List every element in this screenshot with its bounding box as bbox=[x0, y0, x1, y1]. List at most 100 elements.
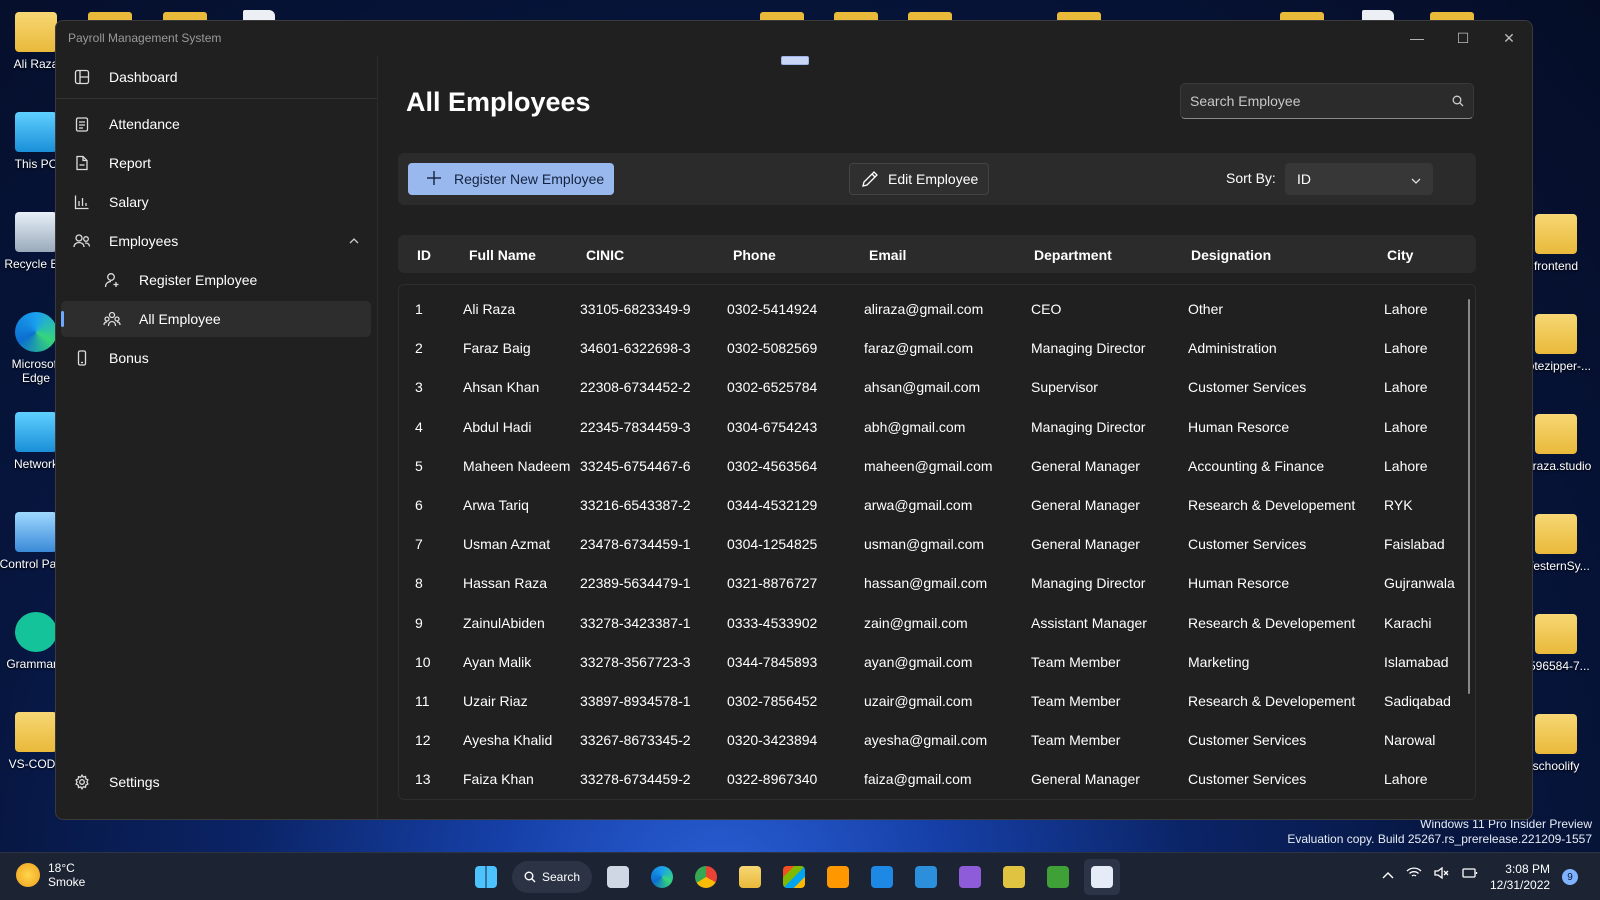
cell-full-name: Uzair Riaz bbox=[463, 693, 528, 709]
sidebar-item-attendance[interactable]: Attendance bbox=[61, 106, 371, 142]
app-icon bbox=[1003, 866, 1025, 888]
register-new-employee-button[interactable]: Register New Employee bbox=[408, 163, 614, 195]
file-explorer-button[interactable] bbox=[732, 859, 768, 895]
start-button[interactable] bbox=[468, 859, 504, 895]
wifi-icon[interactable] bbox=[1406, 867, 1422, 882]
table-row[interactable]: 12 Ayesha Khalid 33267-8673345-2 0320-34238… bbox=[399, 720, 1459, 759]
table-row[interactable]: 3 Ahsan Khan 22308-6734452-2 0302-6525784 ah… bbox=[399, 367, 1459, 406]
sidebar-item-employees[interactable]: Employees bbox=[61, 223, 371, 259]
search-input[interactable] bbox=[1181, 93, 1443, 109]
chrome-icon bbox=[695, 866, 717, 888]
vertical-scrollbar[interactable] bbox=[1468, 299, 1470, 694]
sidebar-item-label: Attendance bbox=[109, 116, 180, 132]
sidebar-item-report[interactable]: Report bbox=[61, 145, 371, 181]
cell-cinic: 33216-6543387-2 bbox=[580, 497, 691, 513]
sublime-button[interactable] bbox=[820, 859, 856, 895]
sidebar-item-bonus[interactable]: Bonus bbox=[61, 340, 371, 376]
person-add-icon bbox=[103, 271, 121, 289]
column-header-city[interactable]: City bbox=[1387, 247, 1413, 263]
employee-table-body[interactable]: 1 Ali Raza 33105-6823349-9 0302-5414924 alir… bbox=[398, 284, 1476, 800]
cell-department: Managing Director bbox=[1031, 340, 1146, 357]
cell-full-name: Abdul Hadi bbox=[463, 418, 532, 435]
minimize-button[interactable]: — bbox=[1394, 21, 1440, 55]
sort-by-dropdown[interactable]: ID bbox=[1285, 163, 1433, 195]
table-row[interactable]: 11 Uzair Riaz 33897-8934578-1 0302-7856452 u… bbox=[399, 681, 1459, 720]
table-row[interactable]: 2 Faraz Baig 34601-6322698-3 0302-5082569 fa… bbox=[399, 328, 1459, 367]
people-team-icon bbox=[103, 310, 121, 328]
file-explorer-icon bbox=[739, 866, 761, 888]
table-row[interactable]: 8 Hassan Raza 22389-5634479-1 0321-8876727 h… bbox=[399, 563, 1459, 602]
edge-taskbar-button[interactable] bbox=[644, 859, 680, 895]
cell-department: CEO bbox=[1031, 301, 1062, 317]
cell-phone: 0344-7845893 bbox=[727, 653, 818, 670]
sidebar-item-register-employee[interactable]: Register Employee bbox=[61, 262, 371, 298]
sidebar-item-dashboard[interactable]: Dashboard bbox=[61, 59, 371, 95]
table-row[interactable]: 9 ZainulAbiden 33278-3423387-1 0333-4533902… bbox=[399, 603, 1459, 642]
weather-widget[interactable]: 18°C Smoke bbox=[16, 861, 85, 889]
edit-employee-button[interactable]: Edit Employee bbox=[849, 163, 989, 195]
phone-icon bbox=[73, 349, 91, 367]
battery-icon[interactable] bbox=[1462, 867, 1478, 882]
search-icon[interactable] bbox=[1443, 95, 1473, 107]
page-title: All Employees bbox=[406, 87, 591, 117]
table-row[interactable]: 10 Ayan Malik 33278-3567723-3 0344-7845893 a… bbox=[399, 642, 1459, 681]
column-header-department[interactable]: Department bbox=[1034, 247, 1112, 263]
maximize-button[interactable]: ☐ bbox=[1440, 21, 1486, 55]
windows-watermark: Windows 11 Pro Insider Preview Evaluatio… bbox=[1287, 817, 1592, 847]
vscode-button[interactable] bbox=[908, 859, 944, 895]
payroll-app-icon bbox=[1091, 866, 1113, 888]
sidebar-item-label: Employees bbox=[109, 233, 179, 249]
close-button[interactable]: ✕ bbox=[1486, 21, 1532, 55]
title-bar[interactable]: Payroll Management System — ☐ ✕ bbox=[56, 21, 1532, 55]
cell-id: 1 bbox=[415, 301, 423, 317]
sidebar-item-settings[interactable]: Settings bbox=[61, 764, 371, 800]
table-row[interactable]: 4 Abdul Hadi 22345-7834459-3 0304-6754243 ab… bbox=[399, 407, 1459, 446]
cell-department: Managing Director bbox=[1031, 575, 1146, 592]
cell-department: General Manager bbox=[1031, 536, 1140, 553]
payroll-app-button[interactable] bbox=[1084, 859, 1120, 895]
cell-cinic: 33278-6734459-2 bbox=[580, 771, 691, 788]
chrome-taskbar-button[interactable] bbox=[688, 859, 724, 895]
table-row[interactable]: 5 Maheen Nadeem 33245-6754467-6 0302-456356… bbox=[399, 446, 1459, 485]
cell-cinic: 33278-3423387-1 bbox=[580, 614, 691, 631]
table-row[interactable]: 7 Usman Azmat 23478-6734459-1 0304-1254825 u… bbox=[399, 524, 1459, 563]
column-header-id[interactable]: ID bbox=[417, 247, 431, 263]
search-box[interactable] bbox=[1180, 83, 1474, 119]
column-header-cinic[interactable]: CINIC bbox=[586, 247, 624, 263]
column-header-full-name[interactable]: Full Name bbox=[469, 247, 536, 263]
sidebar-item-all-employee[interactable]: All Employee bbox=[61, 301, 371, 337]
cell-cinic: 22345-7834459-3 bbox=[580, 418, 691, 435]
cell-city: Karachi bbox=[1384, 614, 1432, 631]
cell-email: ahsan@gmail.com bbox=[864, 379, 981, 396]
column-header-designation[interactable]: Designation bbox=[1191, 247, 1271, 263]
column-header-phone[interactable]: Phone bbox=[733, 247, 776, 263]
column-header-email[interactable]: Email bbox=[869, 247, 906, 263]
cell-email: hassan@gmail.com bbox=[864, 575, 988, 592]
mail-button[interactable] bbox=[864, 859, 900, 895]
table-row[interactable]: 13 Faiza Khan 33278-6734459-2 0322-8967340 f… bbox=[399, 759, 1459, 798]
task-view-button[interactable] bbox=[600, 859, 636, 895]
sun-icon bbox=[16, 863, 40, 887]
control-panel-icon bbox=[15, 512, 57, 552]
volume-muted-icon[interactable] bbox=[1434, 866, 1450, 882]
table-row[interactable]: 1 Ali Raza 33105-6823349-9 0302-5414924 alir… bbox=[399, 289, 1459, 328]
sidebar-item-salary[interactable]: Salary bbox=[61, 184, 371, 220]
cell-department: General Manager bbox=[1031, 771, 1140, 788]
store-button[interactable] bbox=[776, 859, 812, 895]
cell-designation: Human Resorce bbox=[1188, 575, 1290, 592]
cell-full-name: Faraz Baig bbox=[463, 340, 531, 357]
chevron-up-icon[interactable] bbox=[349, 235, 359, 247]
table-row[interactable]: 6 Arwa Tariq 33216-6543387-2 0344-4532129 ar… bbox=[399, 485, 1459, 524]
notification-badge[interactable]: 9 bbox=[1562, 869, 1578, 885]
cell-email: abh@gmail.com bbox=[864, 418, 966, 435]
cell-full-name: Faiza Khan bbox=[463, 771, 534, 788]
clock[interactable]: 3:08 PM 12/31/2022 bbox=[1490, 861, 1550, 893]
chevron-up-icon[interactable] bbox=[1382, 867, 1394, 882]
taskbar-search-button[interactable]: Search bbox=[512, 861, 592, 893]
cell-department: General Manager bbox=[1031, 457, 1140, 474]
mongodb-button[interactable] bbox=[1040, 859, 1076, 895]
visual-studio-button[interactable] bbox=[952, 859, 988, 895]
app-button[interactable] bbox=[996, 859, 1032, 895]
cell-phone: 0321-8876727 bbox=[727, 575, 818, 592]
store-icon bbox=[783, 866, 805, 888]
